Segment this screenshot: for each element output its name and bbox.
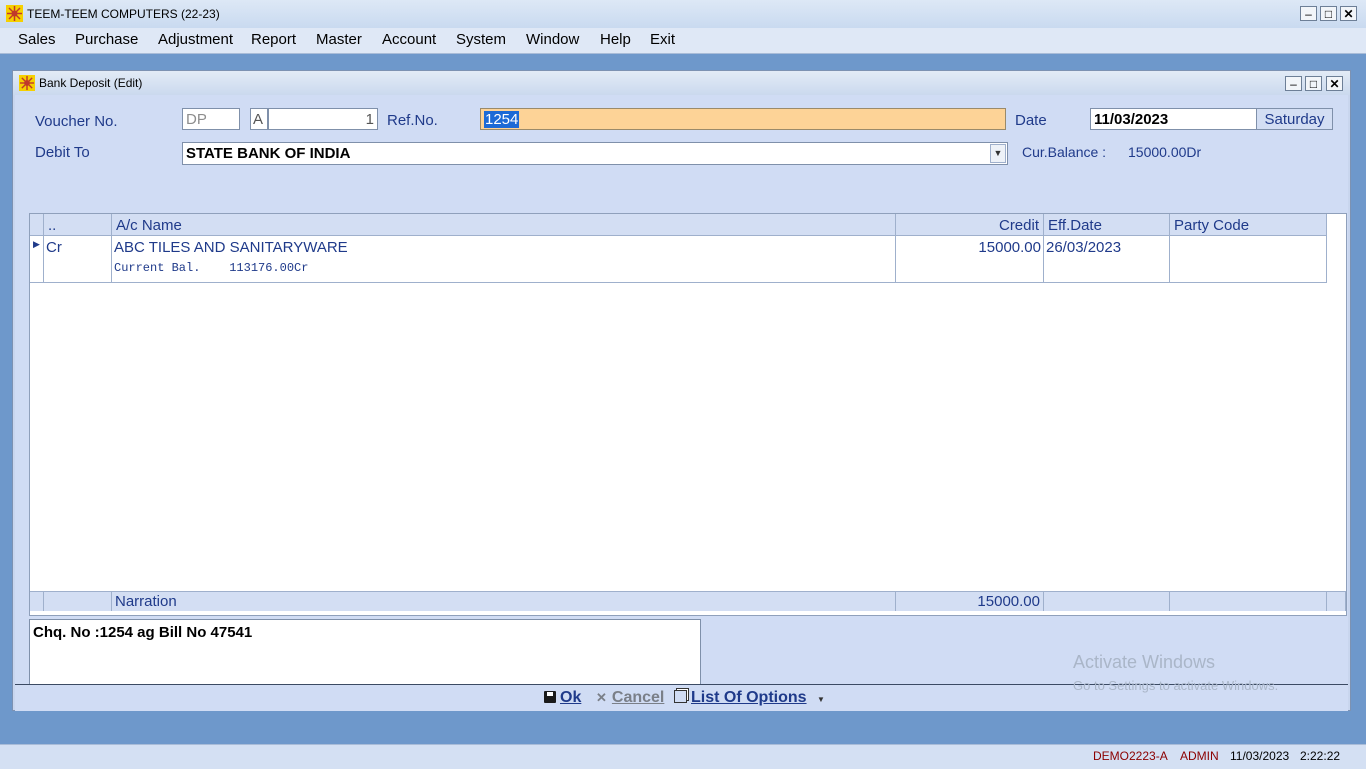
row-party-code-cell[interactable] [1170, 236, 1327, 283]
row-eff-date-cell[interactable]: 26/03/2023 [1044, 236, 1170, 283]
application-window: TEEM-TEEM COMPUTERS (22-23) – □ ✕ Sales … [0, 0, 1366, 769]
list-of-options-label: List Of Options [691, 689, 807, 706]
dropdown-small-arrow-icon: ▼ [817, 695, 825, 704]
footer-type [44, 591, 112, 611]
footer-party-code [1170, 591, 1327, 611]
debit-to-select[interactable]: STATE BANK OF INDIA ▼ [182, 142, 1008, 165]
save-disk-icon [544, 691, 556, 703]
column-header-party-code[interactable]: Party Code [1170, 214, 1327, 236]
status-date: 11/03/2023 [1230, 749, 1290, 763]
list-of-options-button[interactable]: List Of Options ▼ [674, 689, 825, 707]
column-header-eff-date[interactable]: Eff.Date [1044, 214, 1170, 236]
minimize-button[interactable]: – [1300, 6, 1317, 21]
ok-label: Ok [560, 689, 582, 706]
status-company: DEMO2223-A [1093, 749, 1168, 763]
date-label: Date [1015, 112, 1047, 129]
current-row-arrow-icon: ▶ [33, 239, 40, 249]
footer-eff-date [1044, 591, 1170, 611]
debit-to-label: Debit To [35, 144, 90, 161]
column-header-type[interactable]: .. [44, 214, 112, 236]
app-title: TEEM-TEEM COMPUTERS (22-23) [27, 7, 220, 21]
child-title-bar: Bank Deposit (Edit) – □ ✕ [13, 71, 1350, 95]
row-selector[interactable]: ▶ [30, 236, 44, 283]
ok-button[interactable]: Ok [544, 689, 581, 707]
app-logo-icon [6, 5, 23, 22]
ref-no-selected-text: 1254 [484, 111, 520, 128]
menu-sales[interactable]: Sales [18, 31, 56, 48]
voucher-number-field[interactable]: 1 [268, 108, 378, 130]
activation-watermark: Activate Windows Go to Settings to activ… [1073, 652, 1278, 693]
close-button[interactable]: ✕ [1340, 6, 1357, 21]
debit-to-value: STATE BANK OF INDIA [186, 145, 351, 162]
menu-adjustment[interactable]: Adjustment [158, 31, 233, 48]
row-ac-name-cell[interactable]: ABC TILES AND SANITARYWARE Current Bal. … [112, 236, 896, 283]
status-user: ADMIN [1180, 749, 1219, 763]
row-credit-cell[interactable]: 15000.00 [896, 236, 1044, 283]
watermark-title: Activate Windows [1073, 652, 1216, 672]
cancel-x-icon: ✕ [596, 690, 607, 705]
column-header-ac-name[interactable]: A/c Name [112, 214, 896, 236]
status-bar: DEMO2223-A ADMIN 11/03/2023 2:22:22 [0, 744, 1366, 769]
cur-balance-value: 15000.00Dr [1128, 144, 1202, 160]
voucher-no-label: Voucher No. [35, 113, 118, 130]
cur-balance-label: Cur.Balance : [1022, 144, 1107, 160]
window-minimize-button[interactable]: – [1285, 76, 1302, 91]
date-input[interactable]: 11/03/2023 [1090, 108, 1258, 130]
row-current-balance: Current Bal. 113176.00Cr [114, 261, 309, 275]
footer-credit-total: 15000.00 [896, 591, 1044, 611]
menu-account[interactable]: Account [382, 31, 436, 48]
watermark-subtitle: Go to Settings to activate Windows. [1073, 678, 1279, 693]
menu-help[interactable]: Help [600, 31, 631, 48]
row-indicator-header [30, 214, 44, 236]
menu-exit[interactable]: Exit [650, 31, 675, 48]
voucher-prefix-field[interactable]: DP [182, 108, 240, 130]
cancel-button[interactable]: ✕ Cancel [596, 689, 664, 707]
ref-no-input[interactable]: 1254 [480, 108, 1006, 130]
copy-icon [674, 690, 687, 703]
menu-window[interactable]: Window [526, 31, 579, 48]
footer-indicator [30, 591, 44, 611]
column-header-credit[interactable]: Credit [896, 214, 1044, 236]
day-display: Saturday [1256, 108, 1333, 130]
row-ac-name: ABC TILES AND SANITARYWARE [114, 239, 348, 256]
cancel-label: Cancel [611, 689, 665, 706]
row-type-cell[interactable]: Cr [44, 236, 112, 283]
voucher-form: Voucher No. DP A 1 Ref.No. 1254 Date 11/… [15, 95, 1348, 696]
menu-system[interactable]: System [456, 31, 506, 48]
app-title-bar: TEEM-TEEM COMPUTERS (22-23) – □ ✕ [0, 0, 1366, 29]
window-logo-icon [19, 75, 35, 91]
voucher-series-field[interactable]: A [250, 108, 268, 130]
window-maximize-button[interactable]: □ [1305, 76, 1322, 91]
menu-purchase[interactable]: Purchase [75, 31, 138, 48]
window-title: Bank Deposit (Edit) [39, 76, 143, 90]
footer-narration-label: Narration [112, 591, 896, 611]
window-close-button[interactable]: ✕ [1326, 76, 1343, 91]
entries-grid: .. A/c Name Credit Eff.Date Party Code ▶… [29, 213, 1347, 616]
menu-bar: Sales Purchase Adjustment Report Master … [0, 28, 1366, 54]
menu-master[interactable]: Master [316, 31, 362, 48]
status-time: 2:22:22 [1300, 749, 1341, 763]
maximize-button[interactable]: □ [1320, 6, 1337, 21]
menu-report[interactable]: Report [251, 31, 296, 48]
footer-spacer [1327, 591, 1346, 611]
bank-deposit-window: Bank Deposit (Edit) – □ ✕ Voucher No. DP… [12, 70, 1351, 711]
ref-no-label: Ref.No. [387, 112, 438, 129]
dropdown-arrow-icon[interactable]: ▼ [990, 144, 1006, 163]
